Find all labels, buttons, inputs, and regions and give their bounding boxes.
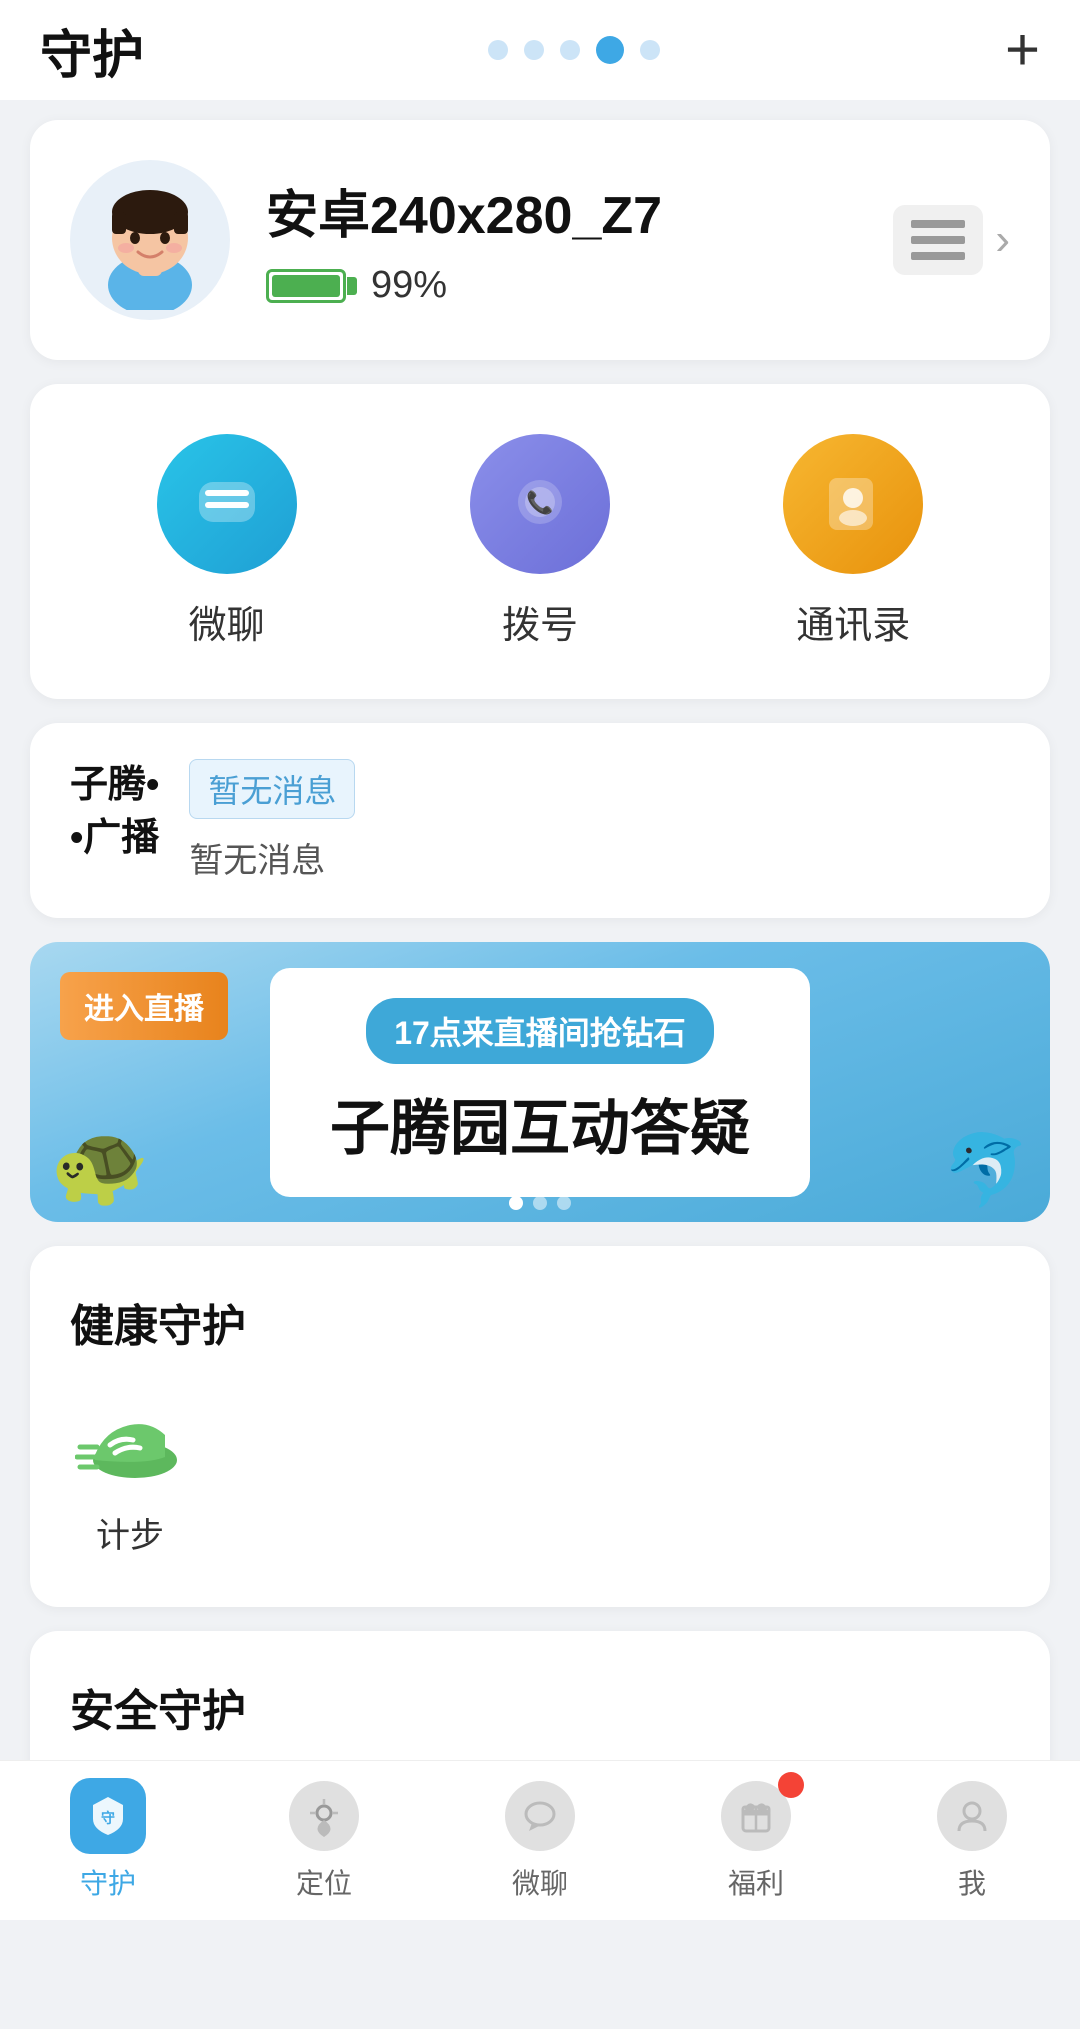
health-section-title: 健康守护 <box>70 1290 1010 1354</box>
nav-label-weiliao: 微聊 <box>512 1862 568 1902</box>
broadcast-card[interactable]: 子腾• •广播 暂无消息 暂无消息 <box>30 723 1050 918</box>
nav-icon-dingwei <box>284 1780 364 1852</box>
dot-1 <box>488 40 508 60</box>
banner-enter-button[interactable]: 进入直播 <box>60 972 228 1040</box>
nav-icon-weiliao <box>500 1780 580 1852</box>
profile-name: 安卓240x280_Z7 <box>266 173 857 248</box>
action-contacts[interactable]: 通讯录 <box>783 434 923 649</box>
dot-3 <box>560 40 580 60</box>
nav-icon-bg-shouhu: 守 <box>70 1778 146 1854</box>
banner-dolphin-icon: 🐬 <box>943 1130 1030 1212</box>
banner-main: 17点来直播间抢钻石 子腾园互动答疑 <box>270 968 810 1197</box>
banner-title: 子腾园互动答疑 <box>330 1080 750 1167</box>
nav-item-dingwei[interactable]: 定位 <box>216 1780 432 1902</box>
steps-icon <box>70 1390 190 1490</box>
battery-percent: 99% <box>371 264 447 307</box>
battery-icon <box>266 269 357 303</box>
add-button[interactable]: + <box>1005 20 1040 80</box>
nav-item-wo[interactable]: 我 <box>864 1780 1080 1902</box>
call-icon: 📞 <box>470 434 610 574</box>
health-items: 计步 <box>70 1390 1010 1557</box>
battery-row: 99% <box>266 264 857 307</box>
nav-item-weiliao[interactable]: 微聊 <box>432 1780 648 1902</box>
nav-label-fuli: 福利 <box>728 1862 784 1902</box>
quick-actions-card: 微聊 📞 拨号 通讯录 <box>30 384 1050 699</box>
dot-5 <box>640 40 660 60</box>
action-call-label: 拨号 <box>502 594 578 649</box>
profile-card[interactable]: 安卓240x280_Z7 99% › <box>30 120 1050 360</box>
profile-info: 安卓240x280_Z7 99% <box>266 173 857 307</box>
health-item-steps[interactable]: 计步 <box>70 1390 190 1557</box>
avatar <box>70 160 230 320</box>
banner-turtle-icon: 🐢 <box>50 1118 150 1212</box>
nav-icon-circle-wo <box>937 1781 1007 1851</box>
main-content: 安卓240x280_Z7 99% › <box>0 100 1080 2029</box>
action-contacts-label: 通讯录 <box>796 594 910 649</box>
profile-card-icon <box>893 205 983 275</box>
nav-label-dingwei: 定位 <box>296 1862 352 1902</box>
header: 守护 + <box>0 0 1080 100</box>
action-chat[interactable]: 微聊 <box>157 434 297 649</box>
broadcast-text: 暂无消息 <box>189 833 1010 882</box>
action-call[interactable]: 📞 拨号 <box>470 434 610 649</box>
action-chat-label: 微聊 <box>189 594 265 649</box>
header-dots <box>488 36 660 64</box>
banner-dots <box>509 1196 571 1210</box>
nav-icon-wo <box>932 1780 1012 1852</box>
banner[interactable]: 进入直播 17点来直播间抢钻石 子腾园互动答疑 🐢 🐬 <box>30 942 1050 1222</box>
dot-2 <box>524 40 544 60</box>
safety-section-title: 安全守护 <box>70 1675 1010 1739</box>
bottom-nav: 守 守护 定位 <box>0 1760 1080 1920</box>
nav-badge-fuli <box>778 1772 804 1798</box>
chat-icon <box>157 434 297 574</box>
profile-right[interactable]: › <box>893 205 1010 275</box>
health-section: 健康守护 计步 <box>30 1246 1050 1607</box>
banner-subtitle: 17点来直播间抢钻石 <box>366 998 714 1064</box>
nav-icon-circle-dingwei <box>289 1781 359 1851</box>
nav-icon-shouhu: 守 <box>68 1780 148 1852</box>
broadcast-title: 子腾• •广播 <box>70 759 159 865</box>
svg-text:守: 守 <box>101 1810 115 1826</box>
dot-4 <box>596 36 624 64</box>
profile-chevron: › <box>995 215 1010 265</box>
broadcast-badge: 暂无消息 <box>189 759 355 819</box>
header-title: 守护 <box>40 13 144 88</box>
svg-text:📞: 📞 <box>526 488 554 515</box>
steps-label: 计步 <box>96 1508 164 1557</box>
nav-item-shouhu[interactable]: 守 守护 <box>0 1780 216 1902</box>
nav-label-wo: 我 <box>958 1862 986 1902</box>
nav-label-shouhu: 守护 <box>80 1862 136 1902</box>
broadcast-content: 暂无消息 暂无消息 <box>189 759 1010 882</box>
contacts-icon <box>783 434 923 574</box>
nav-icon-fuli <box>716 1780 796 1852</box>
nav-icon-circle-weiliao <box>505 1781 575 1851</box>
nav-item-fuli[interactable]: 福利 <box>648 1780 864 1902</box>
